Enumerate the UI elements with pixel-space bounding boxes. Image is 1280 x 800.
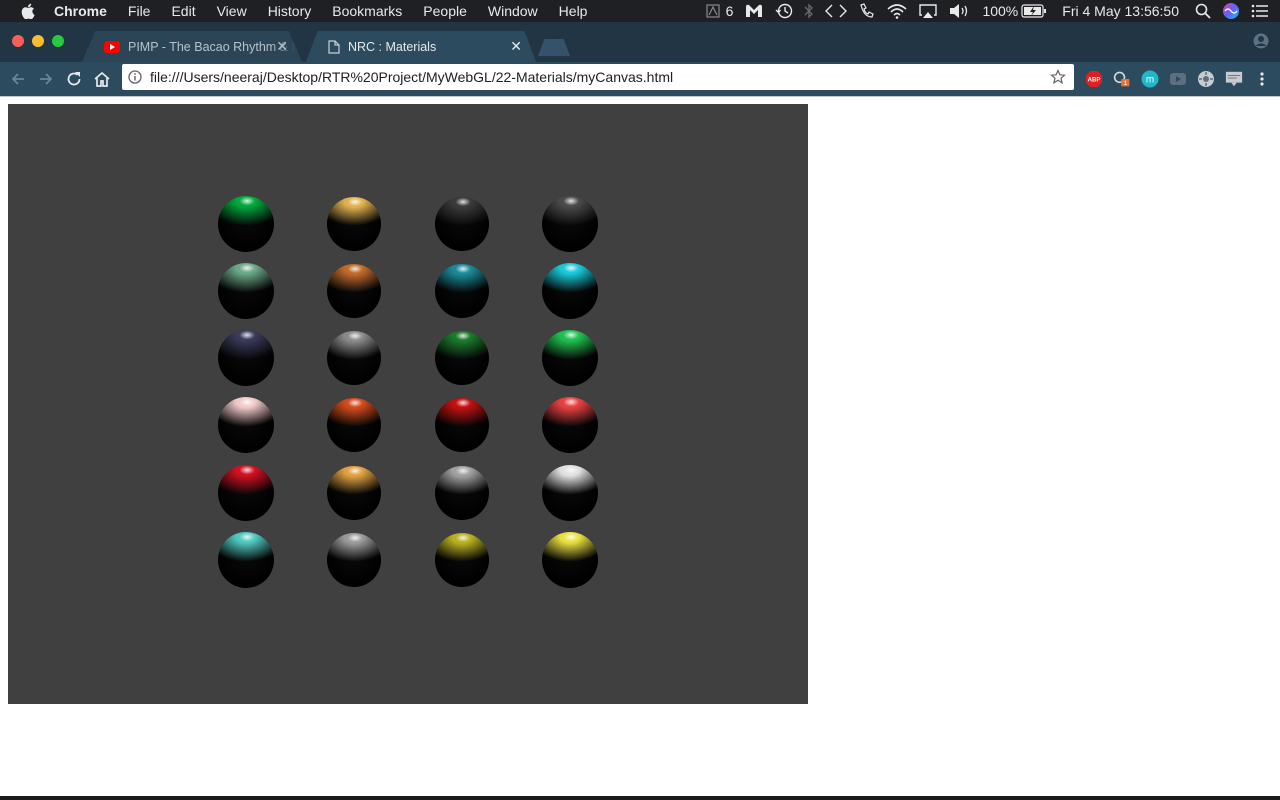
screen-extension-icon[interactable] bbox=[1225, 70, 1243, 88]
window-minimize-button[interactable] bbox=[32, 35, 44, 47]
menubar-clock[interactable]: Fri 4 May 13:56:50 bbox=[1062, 3, 1179, 19]
tab-youtube[interactable]: PIMP - The Bacao Rhythm & Steel Band ✕ bbox=[82, 31, 302, 62]
settings-extension-icon[interactable] bbox=[1197, 70, 1215, 88]
video-extension-icon[interactable] bbox=[1169, 70, 1187, 88]
extension-badge-count: 1 bbox=[1123, 80, 1127, 87]
macos-menu-bar: Chrome File Edit View History Bookmarks … bbox=[0, 0, 1280, 22]
siri-icon[interactable] bbox=[1222, 2, 1240, 20]
menu-file[interactable]: File bbox=[128, 0, 151, 22]
site-info-icon[interactable] bbox=[128, 70, 142, 84]
tab-close-icon[interactable]: ✕ bbox=[276, 39, 288, 53]
material-sphere bbox=[542, 263, 598, 319]
url-text[interactable]: file:///Users/neeraj/Desktop/RTR%20Proje… bbox=[150, 69, 673, 85]
battery-icon bbox=[1021, 4, 1047, 18]
volume-icon[interactable] bbox=[949, 3, 971, 19]
tab-title: NRC : Materials bbox=[348, 39, 437, 54]
menu-bookmarks[interactable]: Bookmarks bbox=[332, 0, 402, 22]
new-tab-button[interactable] bbox=[538, 39, 570, 56]
material-sphere bbox=[218, 330, 274, 386]
material-sphere bbox=[327, 398, 381, 452]
window-zoom-button[interactable] bbox=[52, 35, 64, 47]
notification-status[interactable]: 6 bbox=[706, 3, 734, 19]
material-sphere bbox=[218, 532, 274, 588]
status-area: 6 100% Fri 4 May 13:56:50 bbox=[706, 0, 1280, 22]
airplay-icon[interactable] bbox=[918, 3, 938, 19]
tab-title: PIMP - The Bacao Rhythm & Steel Band bbox=[128, 39, 296, 54]
reload-icon[interactable] bbox=[65, 70, 83, 88]
material-sphere bbox=[327, 197, 381, 251]
back-arrow-icon[interactable] bbox=[9, 70, 27, 88]
material-sphere bbox=[542, 196, 598, 252]
menu-help[interactable]: Help bbox=[559, 0, 588, 22]
material-sphere bbox=[435, 466, 489, 520]
youtube-icon bbox=[104, 40, 120, 53]
material-sphere bbox=[435, 331, 489, 385]
wifi-icon[interactable] bbox=[887, 3, 907, 19]
m-extension-icon[interactable]: m bbox=[1141, 70, 1159, 88]
adblock-icon[interactable]: ABP bbox=[1085, 70, 1103, 88]
window-close-button[interactable] bbox=[12, 35, 24, 47]
forward-arrow-icon[interactable] bbox=[37, 70, 55, 88]
tab-materials[interactable]: NRC : Materials ✕ bbox=[306, 31, 536, 62]
chrome-menu-icon[interactable] bbox=[1253, 70, 1271, 88]
notification-app-icon bbox=[706, 4, 720, 18]
material-sphere bbox=[327, 331, 381, 385]
material-sphere bbox=[435, 398, 489, 452]
battery-percent: 100% bbox=[982, 3, 1019, 19]
menu-edit[interactable]: Edit bbox=[171, 0, 195, 22]
material-sphere bbox=[542, 397, 598, 453]
menu-window[interactable]: Window bbox=[488, 0, 538, 22]
material-sphere bbox=[327, 264, 381, 318]
notification-count: 6 bbox=[725, 3, 734, 19]
profile-icon[interactable] bbox=[1253, 33, 1269, 54]
browser-tab-strip: PIMP - The Bacao Rhythm & Steel Band ✕ N… bbox=[0, 22, 1280, 62]
svg-text:m: m bbox=[1146, 75, 1154, 86]
material-sphere bbox=[327, 466, 381, 520]
webgl-canvas[interactable] bbox=[8, 104, 808, 704]
app-menu: Chrome File Edit View History Bookmarks … bbox=[54, 0, 608, 22]
time-machine-icon[interactable] bbox=[775, 3, 793, 19]
browser-toolbar: file:///Users/neeraj/Desktop/RTR%20Proje… bbox=[0, 62, 1280, 96]
window-bottom-edge bbox=[0, 796, 1280, 800]
material-sphere bbox=[218, 397, 274, 453]
page-icon bbox=[328, 39, 340, 54]
address-bar[interactable]: file:///Users/neeraj/Desktop/RTR%20Proje… bbox=[122, 64, 1074, 90]
adblock-label: ABP bbox=[1088, 78, 1101, 84]
tab-close-icon[interactable]: ✕ bbox=[510, 39, 522, 53]
code-brackets-icon[interactable] bbox=[825, 4, 848, 18]
material-sphere bbox=[435, 264, 489, 318]
malwarebytes-icon[interactable] bbox=[744, 3, 764, 19]
spotlight-search-icon[interactable] bbox=[1195, 3, 1211, 19]
battery-status[interactable]: 100% bbox=[982, 3, 1047, 19]
material-sphere bbox=[218, 263, 274, 319]
notification-center-icon[interactable] bbox=[1251, 4, 1269, 18]
material-sphere bbox=[542, 465, 598, 521]
material-sphere bbox=[542, 532, 598, 588]
extension-badge-icon[interactable]: 1 bbox=[1113, 70, 1131, 88]
menu-people[interactable]: People bbox=[423, 0, 467, 22]
menu-view[interactable]: View bbox=[217, 0, 247, 22]
bookmark-star-icon[interactable] bbox=[1050, 69, 1066, 90]
material-sphere bbox=[435, 533, 489, 587]
material-sphere bbox=[435, 197, 489, 251]
bluetooth-icon[interactable] bbox=[804, 3, 814, 19]
material-sphere bbox=[218, 196, 274, 252]
menu-history[interactable]: History bbox=[268, 0, 312, 22]
material-sphere bbox=[542, 330, 598, 386]
toolbar-divider bbox=[0, 96, 1280, 97]
material-sphere bbox=[327, 533, 381, 587]
apple-menu-icon[interactable] bbox=[20, 3, 36, 19]
material-sphere bbox=[218, 465, 274, 521]
app-name-menu[interactable]: Chrome bbox=[54, 0, 107, 22]
home-icon[interactable] bbox=[93, 70, 111, 88]
phone-icon[interactable] bbox=[858, 3, 876, 19]
